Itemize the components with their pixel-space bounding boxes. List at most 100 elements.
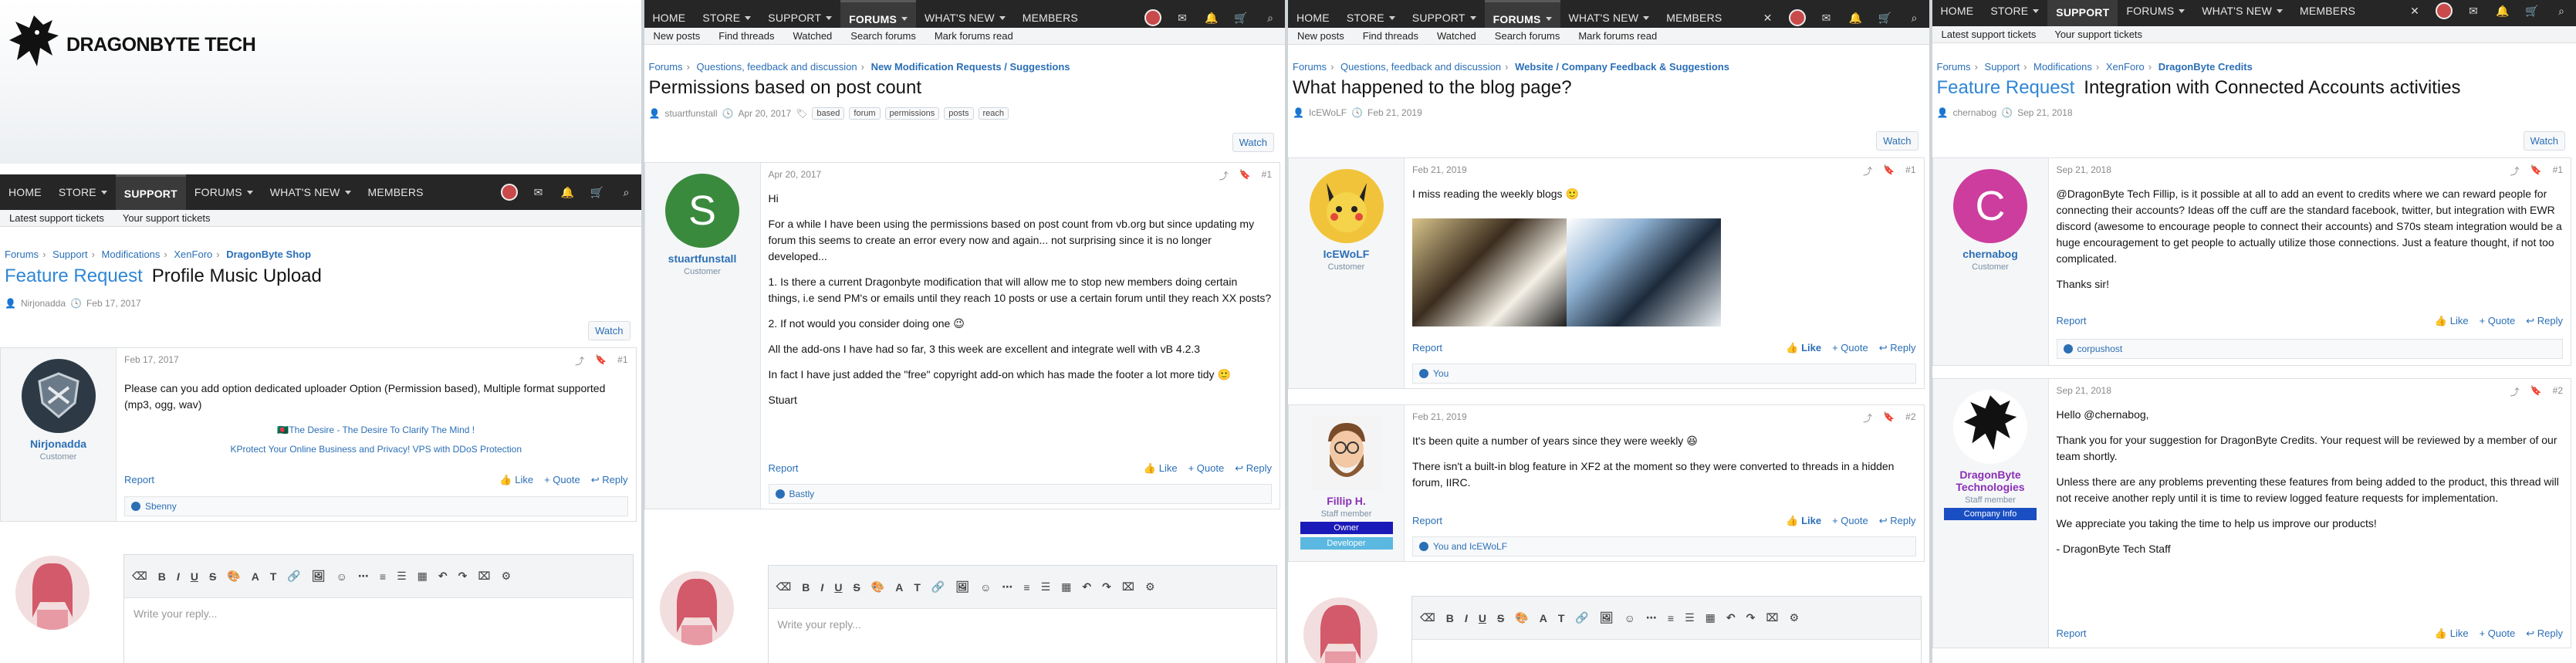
close-icon[interactable]: ✕ (2400, 0, 2429, 26)
tag-forum[interactable]: forum (849, 107, 881, 120)
redo-icon[interactable]: ↷ (1102, 580, 1111, 594)
share-icon[interactable]: ⤴ (1863, 164, 1872, 178)
crumb-modifications[interactable]: Modifications (2033, 61, 2092, 73)
signature-link-1[interactable]: The Desire - The Desire To Clarify The M… (289, 425, 475, 435)
tag-posts[interactable]: posts (944, 107, 974, 120)
crumb-support[interactable]: Support (52, 249, 88, 260)
post-username[interactable]: DragonByte Technologies (1933, 468, 2048, 493)
watch-button[interactable]: Watch (1876, 131, 1918, 151)
reaction-users[interactable]: You (1433, 368, 1449, 379)
bookmark-icon[interactable]: 🔖 (595, 354, 607, 367)
strike-icon[interactable]: S (209, 570, 216, 583)
quote-button[interactable]: + Quote (2480, 627, 2516, 640)
crumb-xenforo[interactable]: XenForo (174, 249, 212, 260)
like-button[interactable]: 👍 Like (1786, 515, 1821, 527)
watch-button[interactable]: Watch (588, 321, 630, 340)
redo-icon[interactable]: ↷ (1746, 611, 1756, 624)
image-icon[interactable]: 🖼 (955, 580, 969, 594)
report-link[interactable]: Report (1412, 515, 1442, 527)
subnav-your-tickets[interactable]: Your support tickets (2045, 29, 2152, 40)
table-icon[interactable]: ▦ (418, 570, 428, 583)
like-button[interactable]: 👍 Like (499, 474, 533, 486)
reply-button[interactable]: ↩ Reply (2526, 315, 2563, 327)
tag-permissions[interactable]: permissions (884, 107, 940, 120)
toggle-bbcode-icon[interactable]: ⌧ (1766, 611, 1778, 624)
list-icon[interactable]: ☰ (1685, 611, 1695, 624)
more-icon[interactable]: ⋯ (358, 570, 369, 583)
post-username[interactable]: Nirjonadda (30, 438, 86, 450)
crumb-dragonbyte-shop[interactable]: DragonByte Shop (226, 249, 311, 260)
quote-button[interactable]: + Quote (1832, 515, 1868, 527)
report-link[interactable]: Report (124, 474, 154, 486)
share-icon[interactable]: ⤴ (1863, 411, 1872, 425)
italic-icon[interactable]: I (1465, 612, 1468, 624)
font-family-icon[interactable]: A (252, 570, 259, 583)
subnav-mark-read[interactable]: Mark forums read (925, 30, 1023, 42)
subnav-search-forums[interactable]: Search forums (841, 30, 925, 42)
nav-members[interactable]: MEMBERS (2291, 0, 2364, 26)
crumb-new-modification-requests[interactable]: New Modification Requests / Suggestions (871, 61, 1070, 73)
align-icon[interactable]: ≡ (380, 570, 386, 583)
report-link[interactable]: Report (2057, 627, 2087, 640)
reaction-users[interactable]: Sbenny (145, 501, 177, 512)
thread-prefix[interactable]: Feature Request (5, 266, 143, 286)
post-username[interactable]: Fillip H. (1327, 495, 1366, 507)
crumb-forums[interactable]: Forums (5, 249, 39, 260)
emoji-icon[interactable]: ☺ (1624, 612, 1635, 624)
post-username[interactable]: chernabog (1962, 248, 2018, 260)
crumb-dragonbyte-credits[interactable]: DragonByte Credits (2158, 61, 2253, 73)
crumb-questions[interactable]: Questions, feedback and discussion (1340, 61, 1501, 73)
post-date[interactable]: Feb 21, 2019 (1412, 164, 1467, 178)
undo-icon[interactable]: ↶ (1082, 580, 1091, 594)
cart-icon[interactable]: 🛒 (583, 174, 612, 210)
more-icon[interactable]: ⋯ (1002, 580, 1012, 594)
watch-button[interactable]: Watch (2523, 131, 2565, 151)
nav-store[interactable]: STORE (50, 174, 116, 210)
user-avatar-button[interactable] (1144, 9, 1161, 26)
nav-support[interactable]: SUPPORT (115, 174, 186, 210)
bell-icon[interactable]: 🔔 (553, 174, 583, 210)
settings-gear-icon[interactable]: ⚙ (502, 570, 512, 583)
nav-whats-new[interactable]: WHAT'S NEW (2193, 0, 2291, 26)
align-icon[interactable]: ≡ (1023, 581, 1029, 594)
bookmark-icon[interactable]: 🔖 (1883, 164, 1895, 178)
mail-icon[interactable]: ✉ (524, 174, 553, 210)
eraser-icon[interactable]: ⌫ (1420, 611, 1435, 624)
like-button[interactable]: 👍 Like (1786, 342, 1821, 354)
reaction-users[interactable]: You and IcEWoLF (1433, 541, 1507, 552)
thread-author[interactable]: Nirjonadda (21, 298, 66, 309)
reply-button[interactable]: ↩ Reply (1879, 342, 1916, 354)
report-link[interactable]: Report (1412, 342, 1442, 354)
table-icon[interactable]: ▦ (1706, 611, 1716, 624)
more-icon[interactable]: ⋯ (1646, 611, 1657, 624)
mail-icon[interactable]: ✉ (2459, 0, 2488, 26)
post-number[interactable]: #1 (1905, 164, 1915, 178)
eraser-icon[interactable]: ⌫ (132, 570, 147, 583)
user-avatar-button[interactable] (500, 184, 518, 201)
crumb-modifications[interactable]: Modifications (102, 249, 161, 260)
nav-forums[interactable]: FORUMS (186, 174, 262, 210)
crumb-support[interactable]: Support (1985, 61, 2020, 73)
post-date[interactable]: Feb 21, 2019 (1412, 411, 1467, 425)
subnav-new-posts[interactable]: New posts (1288, 30, 1354, 42)
nav-forums[interactable]: FORUMS (2118, 0, 2193, 26)
thread-author[interactable]: chernabog (1952, 107, 1996, 118)
strike-icon[interactable]: S (1497, 612, 1504, 624)
crumb-website-feedback[interactable]: Website / Company Feedback & Suggestions (1515, 61, 1729, 73)
eraser-icon[interactable]: ⌫ (776, 580, 792, 594)
quote-button[interactable]: + Quote (1832, 342, 1868, 354)
thread-date[interactable]: Apr 20, 2017 (738, 108, 791, 119)
post-number[interactable]: #2 (2553, 385, 2563, 398)
signature-link-2[interactable]: Protect Your Online Business and Privacy… (237, 444, 522, 455)
font-size-icon[interactable]: T (914, 581, 921, 594)
nav-whats-new[interactable]: WHAT'S NEW (262, 174, 360, 210)
tag-based[interactable]: based (812, 107, 845, 120)
crumb-forums[interactable]: Forums (1293, 61, 1327, 73)
toggle-bbcode-icon[interactable]: ⌧ (478, 570, 490, 583)
thread-prefix[interactable]: Feature Request (1937, 77, 2075, 98)
share-icon[interactable]: ⤴ (575, 354, 584, 367)
search-icon[interactable]: ⌕ (2547, 0, 2576, 26)
thread-date[interactable]: Sep 21, 2018 (2017, 107, 2072, 118)
reply-button[interactable]: ↩ Reply (1235, 462, 1272, 475)
reply-button[interactable]: ↩ Reply (2526, 627, 2563, 640)
